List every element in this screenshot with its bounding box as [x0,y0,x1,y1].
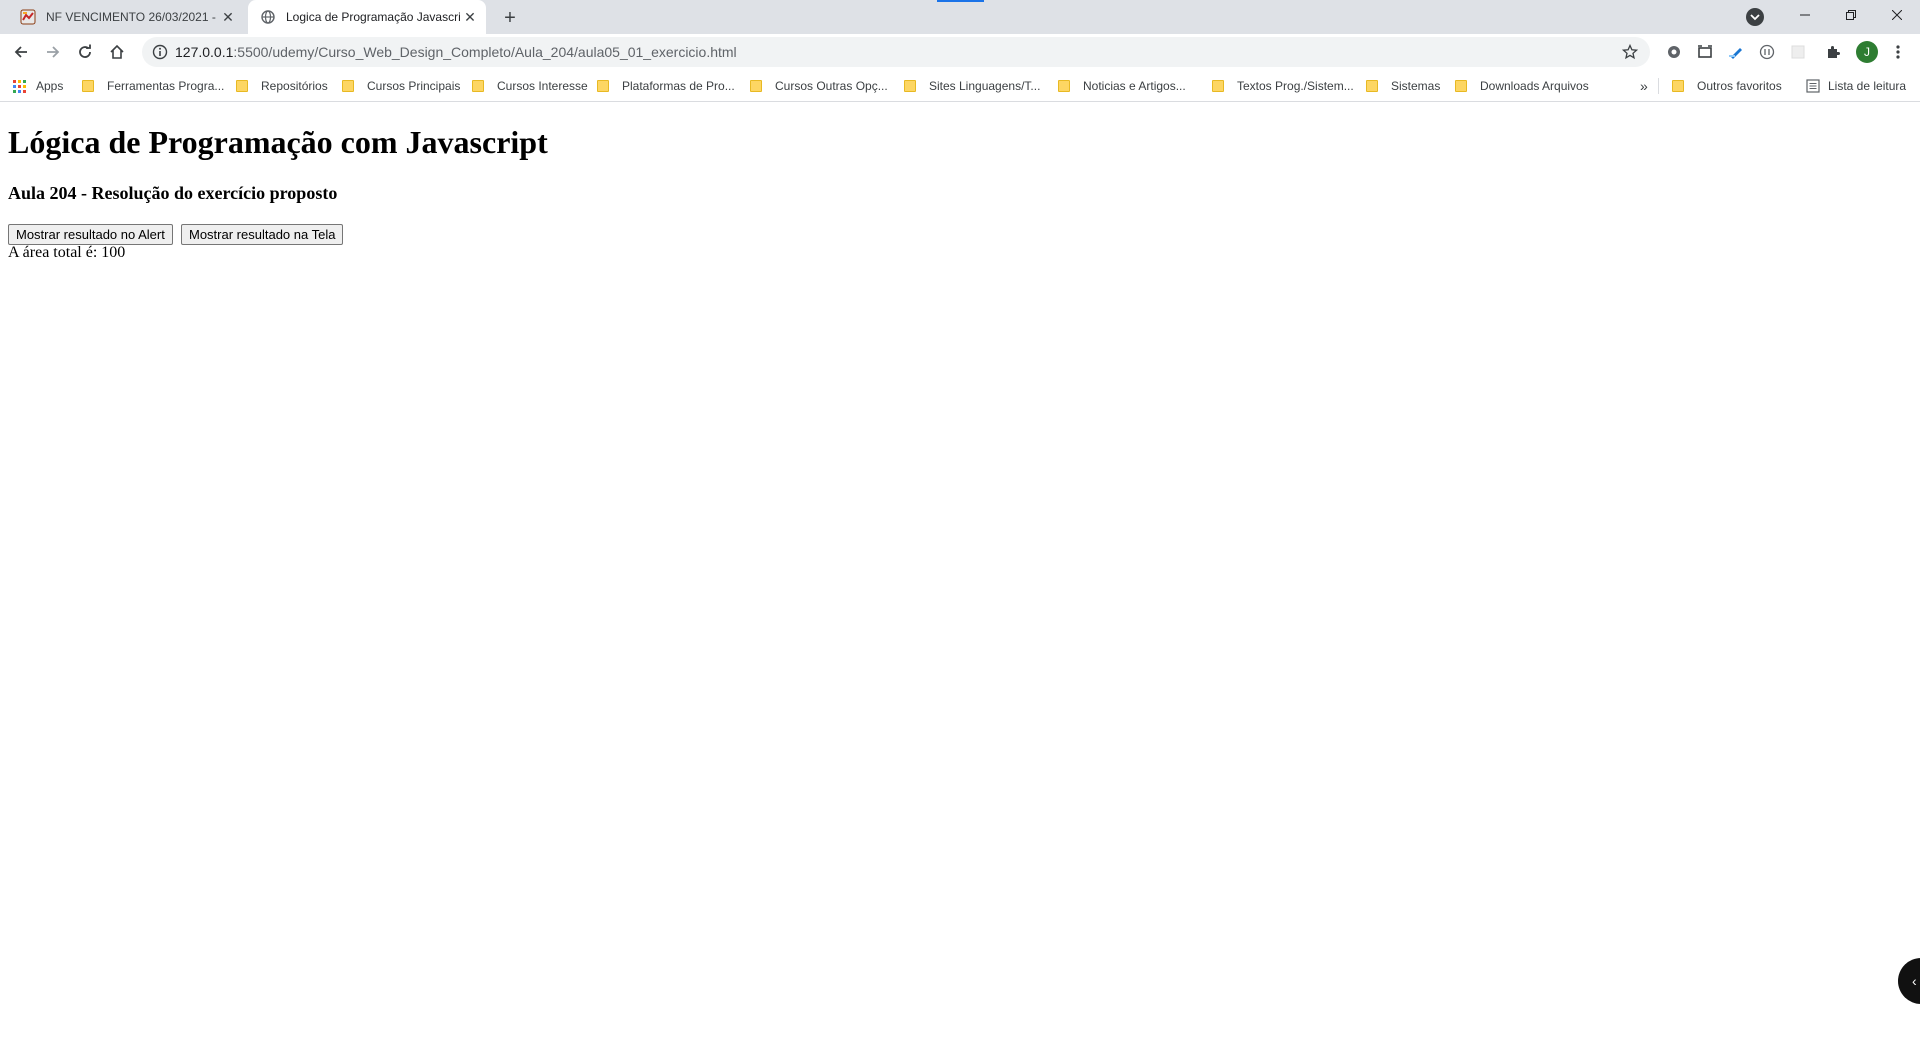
bookmark-label: Textos Prog./Sistem... [1237,79,1354,93]
bookmark-label: Repositórios [261,79,328,93]
bookmark-label: Cursos Interesse [497,79,588,93]
reading-list-button[interactable]: Lista de leitura [1806,70,1906,102]
bookmark-label: Cursos Outras Opç... [775,79,888,93]
close-tab-icon[interactable]: ✕ [460,7,480,27]
floating-widget-button[interactable]: ‹ [1898,958,1920,1004]
minimize-button[interactable] [1782,0,1828,30]
kebab-menu-icon[interactable] [1888,42,1908,62]
arrow-right-icon [47,46,60,58]
bookmark-folder[interactable]: Cursos Interesse [472,70,588,102]
bookmark-label: Sistemas [1391,79,1441,93]
browser-toolbar: 127.0.0.1:5500/udemy/Curso_Web_Design_Co… [0,34,1920,70]
tab-nf-vencimento[interactable]: NF VENCIMENTO 26/03/2021 - jo ✕ [8,0,244,34]
restore-button[interactable] [1828,0,1874,30]
back-button[interactable] [7,38,35,66]
bookmarks-overflow-button[interactable]: » [1640,70,1648,102]
bookmarks-separator [1658,78,1659,94]
tab-strip-accent [937,0,984,2]
forward-button[interactable] [39,38,67,66]
bookmark-label: Ferramentas Progra... [107,79,225,93]
folder-icon [1212,80,1224,92]
reload-icon [79,44,91,58]
show-screen-button[interactable]: Mostrar resultado na Tela [181,224,344,245]
tab-logica-programacao[interactable]: Logica de Programação Javascript ✕ [248,0,486,34]
page-viewport: Lógica de Programação com Javascript Aul… [0,102,1920,1040]
arrow-left-icon [14,46,27,58]
close-tab-icon[interactable]: ✕ [218,7,238,27]
info-icon[interactable] [152,44,168,60]
bookmark-other-favorites[interactable]: Outros favoritos [1672,70,1782,102]
bookmark-folder[interactable]: Textos Prog./Sistem... [1212,70,1354,102]
result-text: A área total é: 100 [8,244,126,261]
bookmark-star-icon[interactable] [1620,42,1640,62]
url-path: :5500/udemy/Curso_Web_Design_Completo/Au… [233,44,737,60]
close-icon [1892,10,1902,20]
bookmark-label: Downloads Arquivos [1480,79,1589,93]
url-text[interactable]: 127.0.0.1:5500/udemy/Curso_Web_Design_Co… [175,44,737,60]
profile-avatar[interactable]: J [1856,41,1878,63]
folder-icon [342,80,354,92]
bookmark-folder[interactable]: Repositórios [236,70,328,102]
bookmark-label: Apps [36,79,64,93]
bookmark-folder[interactable]: Downloads Arquivos [1455,70,1589,102]
close-window-button[interactable] [1874,0,1920,30]
bookmark-label: Sites Linguagens/T... [929,79,1041,93]
pdf-favicon-icon [20,9,36,25]
page-subtitle: Aula 204 - Resolução do exercício propos… [8,183,338,203]
bookmark-folder[interactable]: Cursos Outras Opç... [750,70,888,102]
folder-icon [1058,80,1070,92]
apps-grid-icon [13,79,26,93]
folder-icon [904,80,916,92]
extension-pen-icon[interactable] [1726,42,1746,62]
extension-gear-icon[interactable] [1664,42,1684,62]
bookmark-folder[interactable]: Plataformas de Pro... [597,70,735,102]
folder-icon [472,80,484,92]
bookmark-folder[interactable]: Noticias e Artigos... [1058,70,1186,102]
reading-list-label: Lista de leitura [1828,79,1907,93]
reading-list-icon [1806,79,1820,93]
folder-icon [82,80,94,92]
bookmark-apps[interactable]: Apps [13,70,63,102]
page-title: Lógica de Programação com Javascript [8,124,548,160]
minimize-icon [1800,14,1810,16]
url-host: 127.0.0.1 [175,44,234,60]
chevron-left-icon: ‹ [1912,973,1917,989]
restore-icon [1846,10,1856,20]
extension-circle-icon[interactable] [1757,42,1777,62]
bookmarks-bar: Apps Ferramentas Progra... Repositórios … [0,70,1920,102]
tab-title: NF VENCIMENTO 26/03/2021 - jo [46,10,218,24]
globe-icon [260,9,276,25]
bookmark-label: Cursos Principais [367,79,461,93]
folder-icon [236,80,248,92]
bookmark-folder[interactable]: Sites Linguagens/T... [904,70,1040,102]
show-alert-button[interactable]: Mostrar resultado no Alert [8,224,173,245]
tab-search-button[interactable] [1746,8,1764,26]
address-bar[interactable]: 127.0.0.1:5500/udemy/Curso_Web_Design_Co… [142,37,1650,67]
folder-icon [1672,80,1684,92]
home-icon [110,44,124,59]
bookmark-label: Outros favoritos [1697,79,1782,93]
folder-icon [750,80,762,92]
bookmark-folder[interactable]: Cursos Principais [342,70,460,102]
folder-icon [1366,80,1378,92]
tab-strip: NF VENCIMENTO 26/03/2021 - jo ✕ Logica d… [0,0,1920,34]
new-tab-button[interactable]: + [496,4,524,32]
bookmark-label: Plataformas de Pro... [622,79,735,93]
extension-blank-icon[interactable] [1788,42,1808,62]
reload-button[interactable] [71,38,99,66]
bookmark-folder[interactable]: Ferramentas Progra... [82,70,224,102]
bookmark-folder[interactable]: Sistemas [1366,70,1440,102]
tab-title: Logica de Programação Javascript [286,10,460,24]
bookmark-label: Noticias e Artigos... [1083,79,1186,93]
folder-icon [597,80,609,92]
chevron-down-icon [1750,14,1760,21]
screen-capture-icon[interactable] [1695,42,1715,62]
home-button[interactable] [103,38,131,66]
puzzle-icon[interactable] [1823,42,1843,62]
folder-icon [1455,80,1467,92]
